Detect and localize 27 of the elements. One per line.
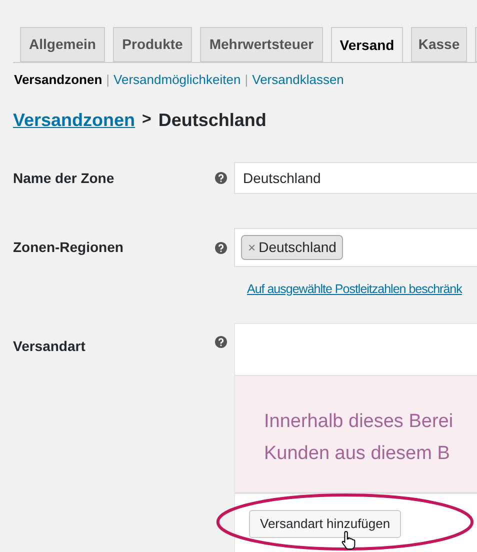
help-icon[interactable] [215, 172, 227, 184]
help-icon[interactable] [215, 242, 227, 254]
add-shipping-method-button[interactable]: Versandart hinzufügen [249, 510, 402, 538]
page-title: Deutschland [158, 108, 266, 132]
tag-label: Deutschland [258, 238, 336, 257]
input-field[interactable]: Deutschland [234, 162, 477, 194]
restrict-postcodes-link[interactable]: Auf ausgewählte Postleitzahlen beschränk [247, 282, 462, 296]
subnav-link[interactable]: Versandmöglichkeiten [114, 70, 241, 90]
breadcrumb-separator: > [142, 110, 152, 130]
subnav-link[interactable]: Versandzonen [14, 70, 102, 90]
separator: | [244, 71, 248, 90]
help-icon[interactable] [215, 336, 227, 348]
separator: | [106, 71, 110, 90]
tab[interactable]: Produkte [113, 27, 192, 62]
tab[interactable]: Kasse [411, 27, 467, 62]
tab[interactable]: Mehrwertsteuer [200, 27, 323, 62]
tab[interactable]: Versand [331, 27, 403, 62]
notice-text: Kunden aus diesem B [264, 442, 451, 466]
field-label: Versandart [13, 338, 86, 354]
notice-text: Innerhalb dieses Berei [264, 410, 454, 434]
tab[interactable]: Allgemein [20, 27, 105, 62]
region-select-field[interactable]: × Deutschland [234, 228, 477, 267]
field-label: Name der Zone [13, 168, 114, 188]
subnav-link[interactable]: Versandklassen [252, 70, 344, 90]
field-label: Zonen-Regionen [13, 238, 124, 257]
remove-tag-icon[interactable]: × [248, 238, 256, 258]
breadcrumb-link[interactable]: Versandzonen [13, 106, 136, 134]
